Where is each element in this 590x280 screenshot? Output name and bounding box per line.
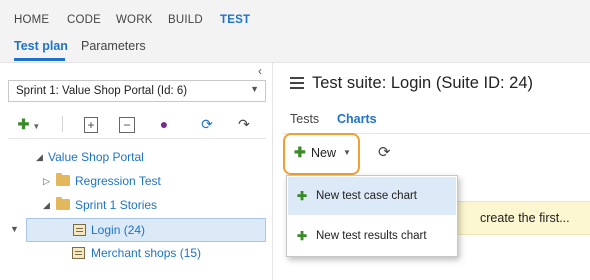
suite-title: Test suite: Login (Suite ID: 24) [312,74,534,92]
top-navigation: HOME CODE WORK BUILD TEST Test plan Para… [0,0,590,63]
tree-node-label: Regression Test [75,174,161,188]
tree-node-merchant-shops[interactable]: Merchant shops (15) [0,242,272,264]
expanded-arrow-icon: ◢ [36,152,43,162]
team-icon: ● [159,116,169,132]
requirement-suite-icon [72,247,85,259]
menu-item-new-test-results-chart[interactable]: ✚ New test results chart [288,217,456,255]
tree-node-root[interactable]: ◢ Value Shop Portal [0,146,272,168]
expanded-arrow-icon: ◢ [43,200,50,210]
chevron-down-icon: ▼ [32,122,41,131]
tree-node-login[interactable]: Login (24) [26,218,266,242]
menu-item-label: New test case chart [316,190,417,202]
tab-tests[interactable]: Tests [290,112,319,126]
collapse-all-button[interactable]: − [114,112,140,136]
add-icon: ✚ [297,189,308,203]
folder-icon [56,197,70,210]
expand-all-button[interactable]: + [78,112,104,136]
tree-node-label: Sprint 1 Stories [75,198,158,212]
new-chart-button-label: New [311,146,337,160]
run-tests-button[interactable]: ⟳ [194,112,220,136]
tree-node-label: Value Shop Portal [48,150,144,164]
assign-testers-button[interactable]: ● [151,112,177,136]
folder-icon [56,173,70,186]
tree-node-label: Merchant shops (15) [91,246,202,260]
nav-tab-home[interactable]: HOME [14,14,49,26]
tab-charts[interactable]: Charts [337,112,377,126]
menu-item-new-test-case-chart[interactable]: ✚ New test case chart [288,177,456,215]
new-chart-button[interactable]: ✚ New ▼ [283,133,360,175]
tree-node-sprint-1-stories[interactable]: ◢ Sprint 1 Stories [0,194,272,216]
add-icon: ✚ [297,229,308,243]
test-plan-select[interactable]: Sprint 1: Value Shop Portal (Id: 6) ▼ [8,80,266,102]
chevron-down-icon: ▼ [343,148,351,157]
expand-icon: + [84,117,98,133]
toolbar-divider [62,116,63,132]
collapsed-arrow-icon: ▷ [43,176,50,186]
nav-tab-test[interactable]: TEST [220,14,250,26]
collapse-icon: − [119,117,135,133]
chevron-down-icon: ▼ [250,84,259,94]
new-suite-button[interactable]: ✚ ▼ [12,112,46,136]
test-plan-select-value: Sprint 1: Value Shop Portal (Id: 6) [16,85,188,97]
menu-item-label: New test results chart [316,230,427,242]
new-chart-menu: ✚ New test case chart ✚ New test results… [286,175,458,257]
row-context-arrow-icon: ▼ [10,224,19,234]
run-icon: ⟳ [201,116,213,132]
nav-tab-build[interactable]: BUILD [168,14,203,26]
list-icon [290,77,304,91]
active-subtab-underline [14,58,65,61]
tree-node-label: Login (24) [91,223,146,237]
tree-node-regression-test[interactable]: ▷ Regression Test [0,170,272,192]
refresh-button[interactable]: ↷ [231,112,257,136]
tree-toolbar: ✚ ▼ + − ● ⟳ ↷ [8,112,266,139]
redo-icon: ↷ [238,116,250,132]
subtab-parameters[interactable]: Parameters [81,39,146,53]
collapse-pane-icon[interactable]: ‹ [258,64,262,78]
requirement-suite-icon [73,224,86,236]
nav-tab-code[interactable]: CODE [67,14,101,26]
nav-tab-work[interactable]: WORK [116,14,153,26]
add-icon: ✚ [17,116,30,132]
info-banner-text: create the first... [480,211,570,225]
add-icon: ✚ [294,144,306,160]
refresh-icon[interactable]: ⟳ [378,143,391,161]
subtab-test-plan[interactable]: Test plan [14,39,68,53]
